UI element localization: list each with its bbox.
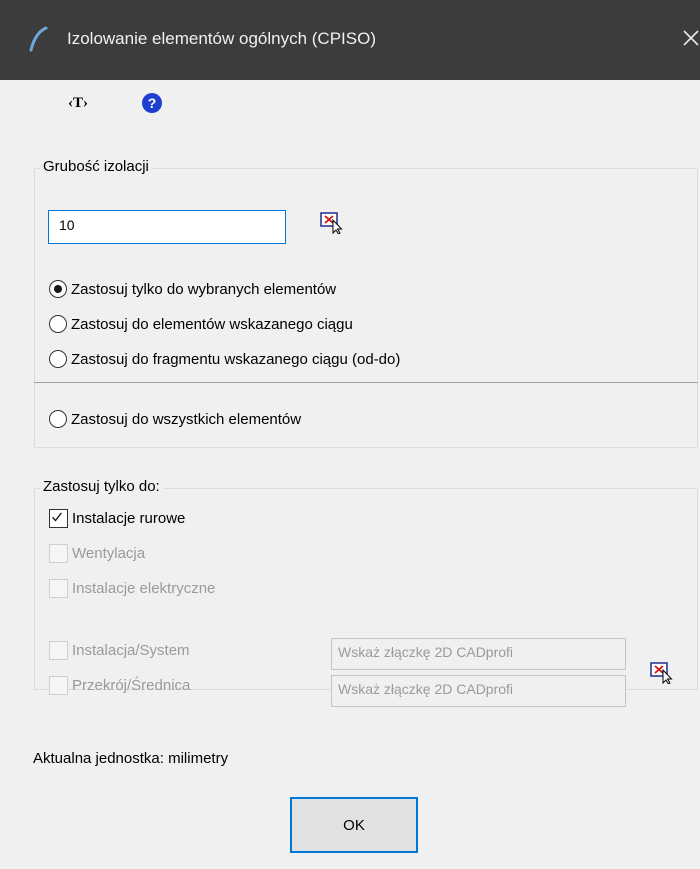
svg-text:?: ? [148, 95, 157, 111]
radio-selected-elements[interactable]: Zastosuj tylko do wybranych elementów [49, 280, 336, 298]
checkbox-electrical[interactable]: Instalacje elektryczne [49, 579, 215, 598]
thickness-input[interactable]: 10 [48, 210, 286, 244]
system-fitting-input[interactable]: Wskaż złączkę 2D CADprofi [331, 638, 626, 670]
checkbox-label: Przekrój/Średnica [72, 677, 191, 694]
window-title: Izolowanie elementów ogólnych (CPISO) [67, 29, 376, 48]
radio-indicator[interactable] [49, 350, 67, 368]
pick-thickness-button[interactable] [320, 210, 344, 234]
checkbox-indicator[interactable] [49, 676, 68, 695]
checkbox-section-diameter[interactable]: Przekrój/Średnica [49, 676, 190, 695]
checkmark-icon [52, 512, 62, 522]
checkbox-pipe-installations[interactable]: Instalacje rurowe [49, 509, 185, 528]
radio-all-elements[interactable]: Zastosuj do wszystkich elementów [49, 410, 301, 428]
checkbox-indicator[interactable] [49, 579, 68, 598]
insulation-thickness-title: Grubość izolacji [40, 158, 152, 175]
ok-button[interactable]: OK [290, 797, 418, 853]
radio-label: Zastosuj do fragmentu wskazanego ciągu (… [71, 350, 401, 368]
radio-label: Zastosuj tylko do wybranych elementów [71, 280, 337, 298]
checkbox-label: Wentylacja [72, 545, 146, 562]
checkbox-installation-system[interactable]: Instalacja/System [49, 641, 190, 660]
radio-indicator[interactable] [49, 280, 67, 298]
radio-label: Zastosuj do wszystkich elementów [71, 410, 302, 428]
group-divider [34, 382, 698, 383]
radio-chain-elements[interactable]: Zastosuj do elementów wskazanego ciągu [49, 315, 353, 333]
current-unit-status: Aktualna jednostka: milimetry [33, 750, 229, 767]
checkbox-label: Instalacja/System [72, 642, 190, 659]
help-icon[interactable]: ? [141, 92, 163, 114]
checkbox-label: Instalacje rurowe [72, 510, 186, 527]
checkbox-indicator[interactable] [49, 509, 68, 528]
checkbox-indicator[interactable] [49, 544, 68, 563]
radio-chain-fragment[interactable]: Zastosuj do fragmentu wskazanego ciągu (… [49, 350, 400, 368]
checkbox-indicator[interactable] [49, 641, 68, 660]
radio-label: Zastosuj do elementów wskazanego ciągu [71, 315, 353, 333]
title-bar: Izolowanie elementów ogólnych (CPISO) [0, 0, 700, 80]
radio-indicator[interactable] [49, 315, 67, 333]
close-icon[interactable] [678, 25, 700, 51]
pick-fitting-button[interactable] [650, 660, 674, 684]
cadprofi-app-icon [29, 26, 48, 52]
apply-only-to-title: Zastosuj tylko do: [40, 478, 163, 495]
radio-indicator[interactable] [49, 410, 67, 428]
text-style-button[interactable]: ‹T› [68, 95, 88, 112]
section-fitting-input[interactable]: Wskaż złączkę 2D CADprofi [331, 675, 626, 707]
checkbox-label: Instalacje elektryczne [72, 580, 216, 597]
checkbox-ventilation[interactable]: Wentylacja [49, 544, 145, 563]
